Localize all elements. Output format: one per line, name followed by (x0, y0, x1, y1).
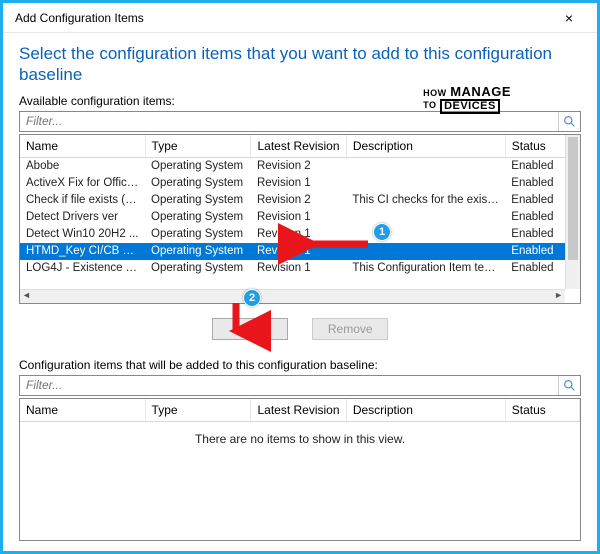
table-row[interactable]: Detect Win10 20H2 ...Operating SystemRev… (20, 226, 580, 243)
available-label: Available configuration items: (19, 94, 581, 108)
empty-message: There are no items to show in this view. (20, 422, 580, 456)
remove-button: Remove (312, 318, 388, 340)
horizontal-scrollbar[interactable]: ◄ ► (20, 289, 565, 303)
available-header-row[interactable]: Name Type Latest Revision Description St… (20, 135, 580, 158)
selected-filter-input[interactable] (20, 376, 558, 395)
col-description[interactable]: Description (346, 135, 505, 158)
col-status[interactable]: Status (505, 399, 579, 422)
col-type[interactable]: Type (145, 399, 251, 422)
selected-label: Configuration items that will be added t… (19, 358, 581, 372)
col-latest-revision[interactable]: Latest Revision (251, 399, 346, 422)
titlebar: Add Configuration Items × (3, 3, 597, 33)
search-icon[interactable] (558, 376, 580, 395)
add-button[interactable]: Add (212, 318, 288, 340)
table-row[interactable]: AbobeOperating SystemRevision 2Enabled (20, 157, 580, 175)
col-name[interactable]: Name (20, 399, 145, 422)
scroll-left-icon[interactable]: ◄ (22, 290, 31, 303)
table-row[interactable]: Detect Drivers verOperating SystemRevisi… (20, 209, 580, 226)
selected-filter[interactable] (19, 375, 581, 396)
available-filter[interactable] (19, 111, 581, 132)
table-row[interactable]: LOG4J - Existence TestOperating SystemRe… (20, 260, 580, 277)
close-icon[interactable]: × (549, 5, 589, 31)
window-title: Add Configuration Items (15, 11, 549, 25)
col-description[interactable]: Description (346, 399, 505, 422)
button-row: Add Remove (19, 318, 581, 340)
selected-grid[interactable]: Name Type Latest Revision Description St… (19, 398, 581, 542)
col-name[interactable]: Name (20, 135, 145, 158)
instruction-text: Select the configuration items that you … (19, 43, 581, 86)
scroll-right-icon[interactable]: ► (554, 290, 563, 303)
available-grid[interactable]: Name Type Latest Revision Description St… (19, 134, 581, 304)
col-latest-revision[interactable]: Latest Revision (251, 135, 346, 158)
table-row[interactable]: ActiveX Fix for Office ...Operating Syst… (20, 175, 580, 192)
available-filter-input[interactable] (20, 112, 558, 131)
table-row[interactable]: Check if file exists (Lo...Operating Sys… (20, 192, 580, 209)
selected-header-row[interactable]: Name Type Latest Revision Description St… (20, 399, 580, 422)
search-icon[interactable] (558, 112, 580, 131)
col-type[interactable]: Type (145, 135, 251, 158)
vertical-scrollbar[interactable] (565, 135, 580, 289)
table-row[interactable]: HTMD_Key CI/CB R...Operating SystemRevis… (20, 243, 580, 260)
